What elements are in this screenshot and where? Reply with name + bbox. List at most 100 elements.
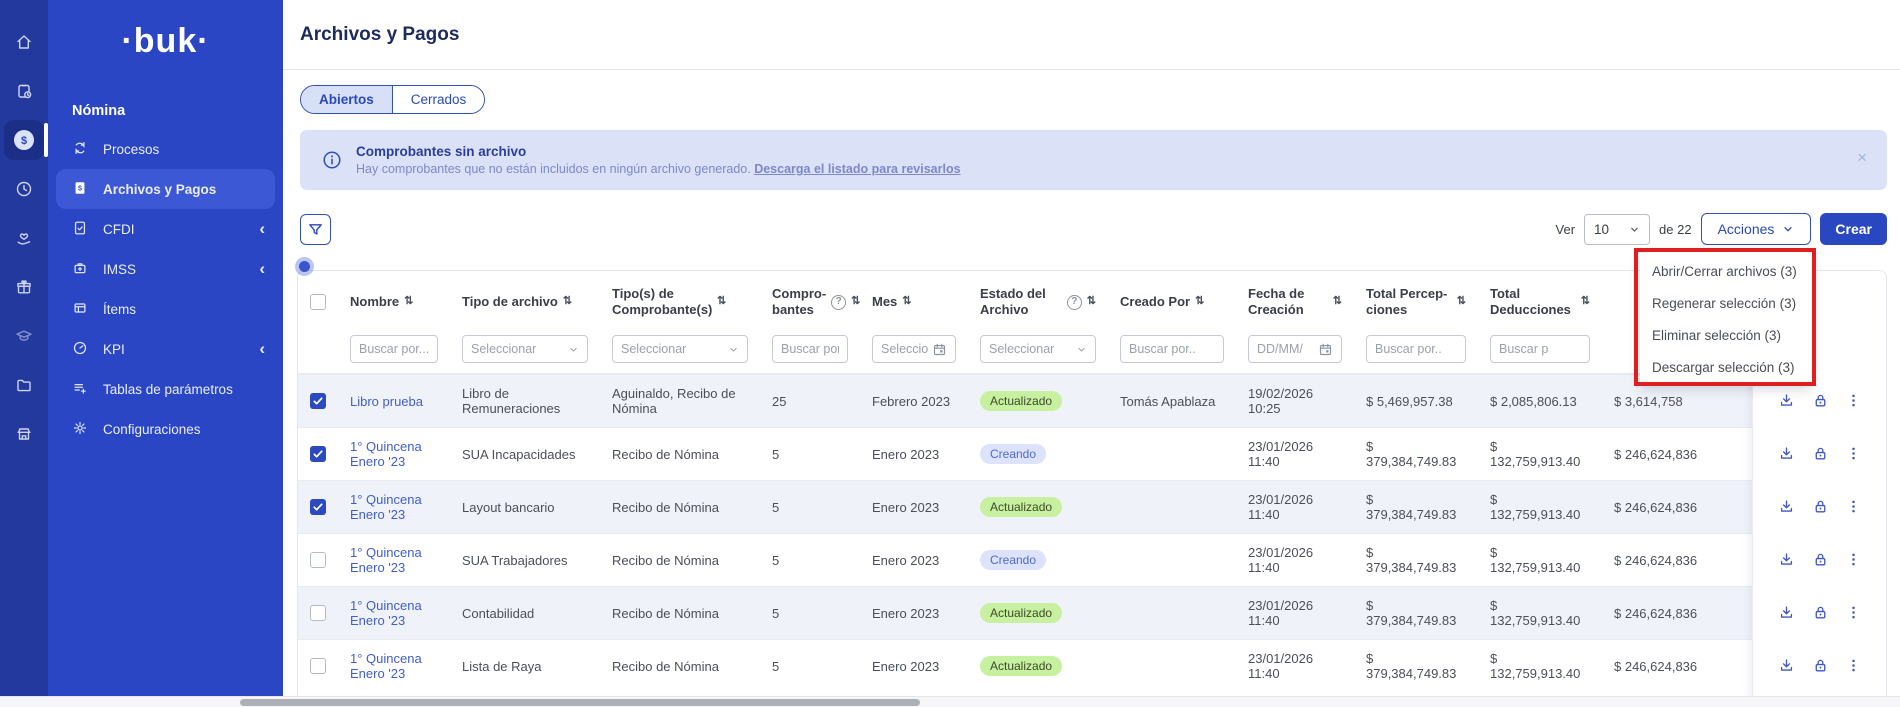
sidebar-item-imss[interactable]: IMSS‹ [48,249,283,289]
file-name-link[interactable]: 1° Quincena Enero '23 [350,439,422,469]
help-icon[interactable]: ? [831,295,846,310]
filter-input[interactable]: Buscar p [1490,335,1590,363]
help-icon[interactable]: ? [1067,295,1082,310]
sort-icon[interactable]: ⇅ [1581,295,1590,309]
filter-input[interactable]: Buscar por... [350,335,438,363]
chevron-collapse-icon[interactable]: ‹ [259,259,265,279]
sort-icon[interactable]: ⇅ [1333,295,1342,309]
sort-icon[interactable]: ⇅ [1457,295,1466,309]
rail-item-documents[interactable] [4,365,44,405]
chevron-collapse-icon[interactable]: ‹ [259,339,265,359]
cell-liquido: $ 246,624,836 [1602,545,1752,576]
column-header-3: Tipo(s) de Comprobante(s)⇅ [600,278,760,327]
filter-select[interactable]: Seleccionar [612,335,748,363]
filter-select[interactable]: Seleccionar [462,335,588,363]
chevron-down-icon [728,344,739,355]
chevron-collapse-icon[interactable]: ‹ [259,219,265,239]
sidebar-item-kpi[interactable]: KPI‹ [48,329,283,369]
file-name-link[interactable]: 1° Quincena Enero '23 [350,598,422,628]
sidebar-item-configuraciones[interactable]: Configuraciones [48,409,283,449]
scrollbar-thumb[interactable] [240,699,920,706]
rail-item-company[interactable] [4,414,44,454]
horizontal-scrollbar[interactable] [0,696,1900,707]
rail-item-home[interactable] [4,22,44,62]
lock-icon[interactable] [1812,551,1829,568]
rail-item-gifts[interactable] [4,267,44,307]
sort-icon[interactable]: ⇅ [902,295,911,309]
sort-icon[interactable]: ⇅ [563,295,572,309]
cell-tipos_comprobante: Recibo de Nómina [600,651,760,682]
filter-input[interactable]: Buscar por.. [772,335,848,363]
filter-input[interactable]: Buscar por.. [1366,335,1466,363]
select-all-checkbox[interactable] [310,294,326,310]
kebab-icon[interactable] [1846,499,1861,514]
file-name-link[interactable]: Libro prueba [350,394,423,409]
rail-item-payroll[interactable]: $ [4,120,44,160]
lock-icon[interactable] [1812,392,1829,409]
download-icon[interactable] [1778,657,1795,674]
tab-cerrados[interactable]: Cerrados [393,86,485,113]
create-button[interactable]: Crear [1820,213,1887,245]
sort-icon[interactable]: ⇅ [404,295,413,309]
sort-icon[interactable]: ⇅ [1087,295,1096,309]
filter-button[interactable] [300,214,331,245]
sidebar-item-cfdi[interactable]: CFDI‹ [48,209,283,249]
status-badge: Actualizado [980,497,1062,517]
download-icon[interactable] [1778,551,1795,568]
file-name-link[interactable]: 1° Quincena Enero '23 [350,492,422,522]
filter-input[interactable]: Buscar por.. [1120,335,1224,363]
kebab-icon[interactable] [1846,605,1861,620]
lock-icon[interactable] [1812,657,1829,674]
cell-percepciones: $ 379,384,749.83 [1354,537,1478,583]
menu-option-descargar[interactable]: Descargar selección (3) [1640,351,1812,383]
sidebar-item-archivos-y-pagos[interactable]: $Archivos y Pagos [56,169,275,209]
sort-icon[interactable]: ⇅ [1195,295,1204,309]
actions-button[interactable]: Acciones [1701,213,1812,245]
calendar-icon[interactable] [932,342,947,357]
filter-date-input[interactable]: Seleccio [872,335,956,363]
kebab-icon[interactable] [1846,658,1861,673]
row-checkbox[interactable] [310,499,326,515]
rail-item-benefits[interactable] [4,218,44,258]
sort-icon[interactable]: ⇅ [717,295,726,309]
download-icon[interactable] [1778,498,1795,515]
row-checkbox[interactable] [310,446,326,462]
row-checkbox[interactable] [310,552,326,568]
file-name-link[interactable]: 1° Quincena Enero '23 [350,545,422,575]
cell-comprobantes: 5 [760,545,860,576]
menu-option-regenerar[interactable]: Regenerar selección (3) [1640,287,1812,319]
kebab-icon[interactable] [1846,446,1861,461]
lock-icon[interactable] [1812,604,1829,621]
menu-option-eliminar[interactable]: Eliminar selección (3) [1640,319,1812,351]
page-size-select[interactable]: 10 [1584,214,1650,245]
cell-tipos_comprobante: Aguinaldo, Recibo de Nómina [600,378,760,424]
download-icon[interactable] [1778,604,1795,621]
close-icon[interactable]: × [1857,148,1867,168]
calendar-icon[interactable] [1318,342,1333,357]
icon-rail: $ [0,0,48,707]
banner-download-link[interactable]: Descarga el listado para revisarlos [754,162,960,176]
rail-item-time[interactable] [4,169,44,209]
filter-select[interactable]: Seleccionar [980,335,1096,363]
sidebar-item-tablas-de-par-metros[interactable]: Tablas de parámetros [48,369,283,409]
row-checkbox[interactable] [310,605,326,621]
filter-date-input[interactable]: DD/MM/ [1248,335,1342,363]
kebab-icon[interactable] [1846,393,1861,408]
tab-abiertos[interactable]: Abiertos [301,86,393,113]
download-icon[interactable] [1778,445,1795,462]
lock-icon[interactable] [1812,498,1829,515]
kebab-icon[interactable] [1846,552,1861,567]
cell-percepciones: $ 379,384,749.83 [1354,643,1478,689]
row-checkbox[interactable] [310,393,326,409]
column-header-8: Fecha de Creación⇅ [1236,278,1354,327]
sidebar-item--tems[interactable]: Ítems [48,289,283,329]
row-checkbox[interactable] [310,658,326,674]
rail-item-tasks[interactable] [4,71,44,111]
sidebar-item-procesos[interactable]: Procesos [48,129,283,169]
menu-option-abrircerrar[interactable]: Abrir/Cerrar archivos (3) [1640,255,1812,287]
lock-icon[interactable] [1812,445,1829,462]
download-icon[interactable] [1778,392,1795,409]
file-name-link[interactable]: 1° Quincena Enero '23 [350,651,422,681]
sort-icon[interactable]: ⇅ [851,295,860,309]
rail-item-education[interactable] [4,316,44,356]
